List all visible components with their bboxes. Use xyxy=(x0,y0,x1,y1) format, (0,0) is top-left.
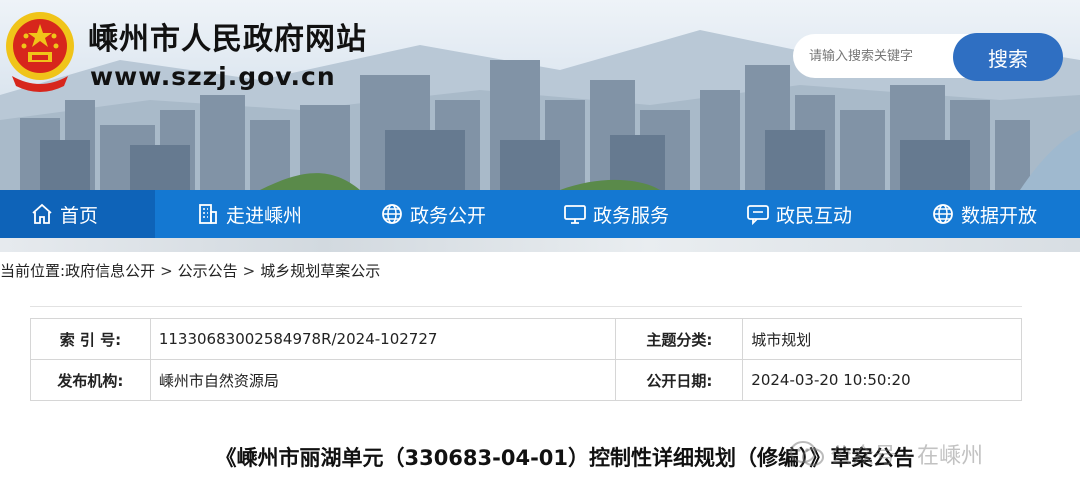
breadcrumb-link-announcements[interactable]: 公示公告 xyxy=(178,262,238,280)
breadcrumb-separator: > xyxy=(242,262,256,280)
search-button[interactable]: 搜索 xyxy=(953,33,1063,81)
chat-icon xyxy=(747,205,769,226)
breadcrumb-prefix: 当前位置: xyxy=(0,262,66,280)
publisher-label: 发布机构: xyxy=(30,359,151,401)
decorative-strip xyxy=(0,238,1080,252)
header-banner: 嵊州市人民政府网站 www.szzj.gov.cn 搜索 xyxy=(0,0,1080,190)
breadcrumb-link-planning-draft[interactable]: 城乡规划草案公示 xyxy=(260,262,380,280)
nav-label: 走进嵊州 xyxy=(226,204,303,227)
breadcrumb-separator: > xyxy=(160,262,173,280)
index-number-value: 11330683002584978R/2024-102727 xyxy=(149,318,617,360)
document-metadata-table: 索 引 号: 11330683002584978R/2024-102727 主题… xyxy=(30,318,1022,401)
watermark-text: 公众号 · 在嵊州 xyxy=(830,444,983,469)
nav-item-about-shengzhou[interactable]: 走进嵊州 xyxy=(196,190,302,238)
monitor-icon xyxy=(564,205,586,224)
publish-date-label: 公开日期: xyxy=(615,359,744,401)
globe-icon xyxy=(933,204,953,224)
index-number-label: 索 引 号: xyxy=(30,318,151,360)
nav-item-public-interaction[interactable]: 政民互动 xyxy=(746,190,852,238)
nav-label: 政民互动 xyxy=(776,204,853,227)
site-title: 嵊州市人民政府网站 xyxy=(88,22,367,57)
globe-icon xyxy=(382,204,402,224)
topic-category-value: 城市规划 xyxy=(742,318,1022,360)
nav-label: 政务服务 xyxy=(593,204,670,227)
home-icon xyxy=(32,203,52,224)
divider xyxy=(30,306,1022,307)
main-navigation: 首页 走进嵊州 政务公开 政务服务 政民互动 数据开放 xyxy=(0,190,1080,238)
nav-item-government-affairs-disclosure[interactable]: 政务公开 xyxy=(380,190,486,238)
nav-label: 政务公开 xyxy=(410,204,487,227)
nav-label: 首页 xyxy=(60,204,99,227)
table-row: 发布机构: 嵊州市自然资源局 公开日期: 2024-03-20 10:50:20 xyxy=(30,359,1022,401)
building-icon xyxy=(199,204,217,224)
nav-item-open-data[interactable]: 数据开放 xyxy=(931,190,1037,238)
wechat-watermark: 公众号 · 在嵊州 xyxy=(790,438,983,470)
breadcrumb-link-government-info[interactable]: 政府信息公开 xyxy=(65,262,155,280)
nav-label: 数据开放 xyxy=(961,204,1038,227)
topic-category-label: 主题分类: xyxy=(615,318,744,360)
national-emblem-icon xyxy=(6,12,74,92)
table-row: 索 引 号: 11330683002584978R/2024-102727 主题… xyxy=(30,318,1022,360)
breadcrumb: 当前位置:政府信息公开 > 公示公告 > 城乡规划草案公示 xyxy=(0,260,380,281)
site-url: www.szzj.gov.cn xyxy=(90,62,336,91)
publisher-value: 嵊州市自然资源局 xyxy=(149,359,617,401)
publish-date-value: 2024-03-20 10:50:20 xyxy=(742,359,1022,401)
wechat-icon xyxy=(790,441,824,466)
nav-item-government-services[interactable]: 政务服务 xyxy=(563,190,669,238)
nav-item-home[interactable]: 首页 xyxy=(0,190,155,238)
